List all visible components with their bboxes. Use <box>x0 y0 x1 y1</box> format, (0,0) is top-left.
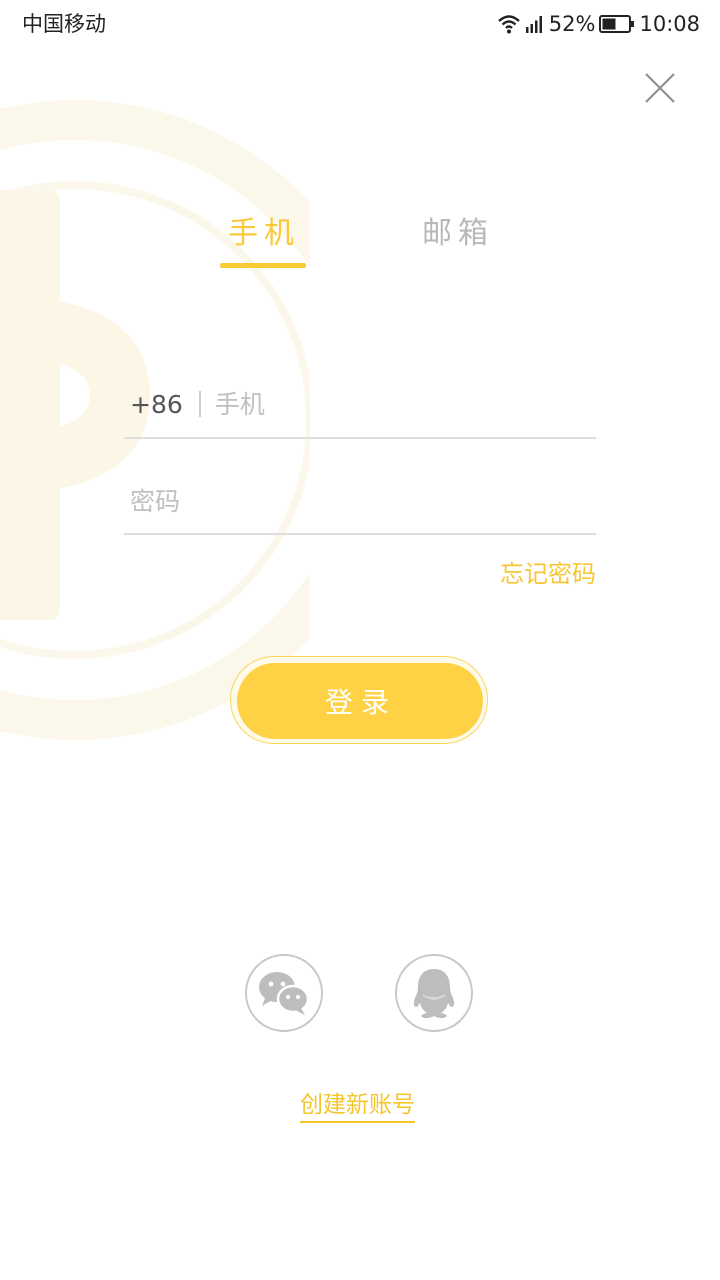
status-right: 52% 10:08 <box>497 10 700 38</box>
wifi-icon <box>497 15 520 34</box>
signal-icon <box>525 16 542 33</box>
battery-percent: 52% <box>548 12 596 36</box>
qq-login-button[interactable] <box>395 954 473 1032</box>
tab-phone[interactable]: 手机 <box>228 212 300 256</box>
battery-icon <box>599 15 635 33</box>
wechat-icon <box>259 972 310 1015</box>
password-underline <box>124 533 596 535</box>
login-screen: 中国移动 52% 10:08 手机 邮箱 +86 手机 忘记密码 登录 创建新账… <box>0 0 720 1280</box>
carrier-label: 中国移动 <box>22 12 106 36</box>
phone-underline <box>124 437 596 439</box>
country-code-divider <box>198 391 201 417</box>
create-account-link[interactable]: 创建新账号 <box>300 1089 415 1123</box>
password-field <box>130 477 590 525</box>
close-icon[interactable] <box>640 68 680 108</box>
clock: 10:08 <box>639 12 700 36</box>
status-bar: 中国移动 52% 10:08 <box>0 0 720 48</box>
forgot-password-link[interactable]: 忘记密码 <box>500 556 596 592</box>
tab-email[interactable]: 邮箱 <box>422 212 494 256</box>
qq-icon <box>413 969 455 1019</box>
country-code[interactable]: +86 <box>124 390 183 419</box>
wechat-login-button[interactable] <box>245 954 323 1032</box>
active-tab-indicator <box>220 263 306 268</box>
phone-field: +86 <box>124 380 596 428</box>
phone-input[interactable] <box>214 389 575 419</box>
login-button[interactable]: 登录 <box>237 663 483 739</box>
password-input[interactable] <box>130 486 590 516</box>
